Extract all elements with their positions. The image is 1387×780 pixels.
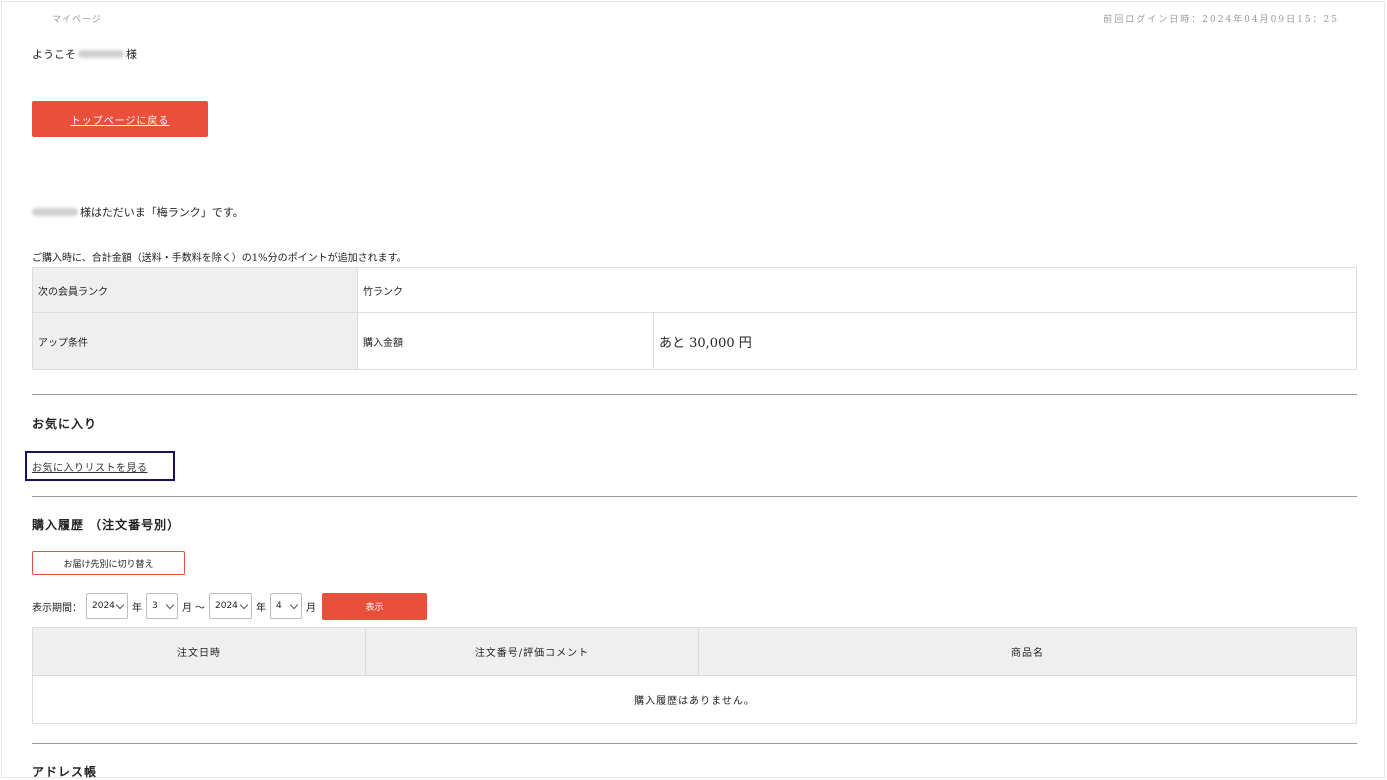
month-label: 月 (182, 602, 192, 614)
back-to-top-button[interactable]: トップページに戻る (32, 101, 208, 137)
to-month-value: 4 (276, 601, 282, 611)
year-label: 年 (256, 602, 266, 614)
purchase-history-title: 購入履歴 （注文番号別） (32, 518, 181, 532)
condition-value: あと 30,000 円 (653, 312, 1357, 370)
favorites-list-link[interactable]: お気に入りリストを見る (25, 451, 175, 481)
next-rank-value: 竹ランク (357, 267, 1357, 313)
year-label: 年 (132, 602, 142, 614)
column-product-name: 商品名 (698, 627, 1357, 676)
chevron-down-icon (289, 600, 299, 610)
blurred-user-name (78, 50, 124, 58)
favorites-title: お気に入り (32, 417, 98, 431)
to-year-value: 2024 (215, 601, 238, 611)
period-label: 表示期間： (32, 602, 82, 614)
rank-message-text: 様はただいま「梅ランク」です。 (80, 206, 244, 219)
condition-type: 購入金額 (357, 312, 654, 370)
welcome-prefix: ようこそ (32, 48, 76, 61)
from-month-value: 3 (152, 601, 158, 611)
from-year-select[interactable]: 2024 (86, 593, 128, 619)
condition-label: アップ条件 (32, 312, 358, 370)
chevron-down-icon (165, 600, 175, 610)
last-login-datetime: 前回ログイン日時：2024年04月09日15：25 (1103, 15, 1339, 25)
switch-to-address-view-button[interactable]: お届け先別に切り替え (32, 551, 185, 575)
divider (32, 394, 1357, 395)
divider (32, 496, 1357, 497)
divider (32, 743, 1357, 744)
show-button[interactable]: 表示 (322, 592, 427, 620)
from-month-select[interactable]: 3 (146, 593, 178, 619)
month-label: 月 (306, 602, 316, 614)
next-rank-label: 次の会員ランク (32, 267, 358, 313)
empty-history-message: 購入履歴はありません。 (32, 675, 1357, 724)
chevron-down-icon (115, 600, 125, 610)
rank-message: 様はただいま「梅ランク」です。 (32, 204, 244, 220)
column-order-number: 注文番号/評価コメント (365, 627, 699, 676)
to-year-select[interactable]: 2024 (209, 593, 252, 619)
blurred-user-name (32, 208, 78, 216)
address-book-title: アドレス帳 (32, 765, 98, 779)
to-month-select[interactable]: 4 (270, 593, 302, 619)
welcome-message: ようこそ 様 (32, 46, 137, 62)
column-order-date: 注文日時 (32, 627, 366, 676)
chevron-down-icon (239, 600, 249, 610)
range-tilde: 〜 (195, 602, 205, 614)
period-filter: 表示期間： 2024 年 3 月 〜 2024 年 4 月 表示 (32, 592, 427, 620)
points-note: ご購入時に、合計金額（送料・手数料を除く）の1%分のポイントが追加されます。 (32, 253, 407, 264)
from-year-value: 2024 (92, 601, 115, 611)
purchase-history-table: 注文日時 注文番号/評価コメント 商品名 購入履歴はありません。 (32, 627, 1357, 724)
rank-table: 次の会員ランク 竹ランク アップ条件 購入金額 あと 30,000 円 (32, 267, 1357, 370)
welcome-suffix: 様 (126, 48, 137, 61)
breadcrumb[interactable]: マイページ (52, 12, 102, 25)
